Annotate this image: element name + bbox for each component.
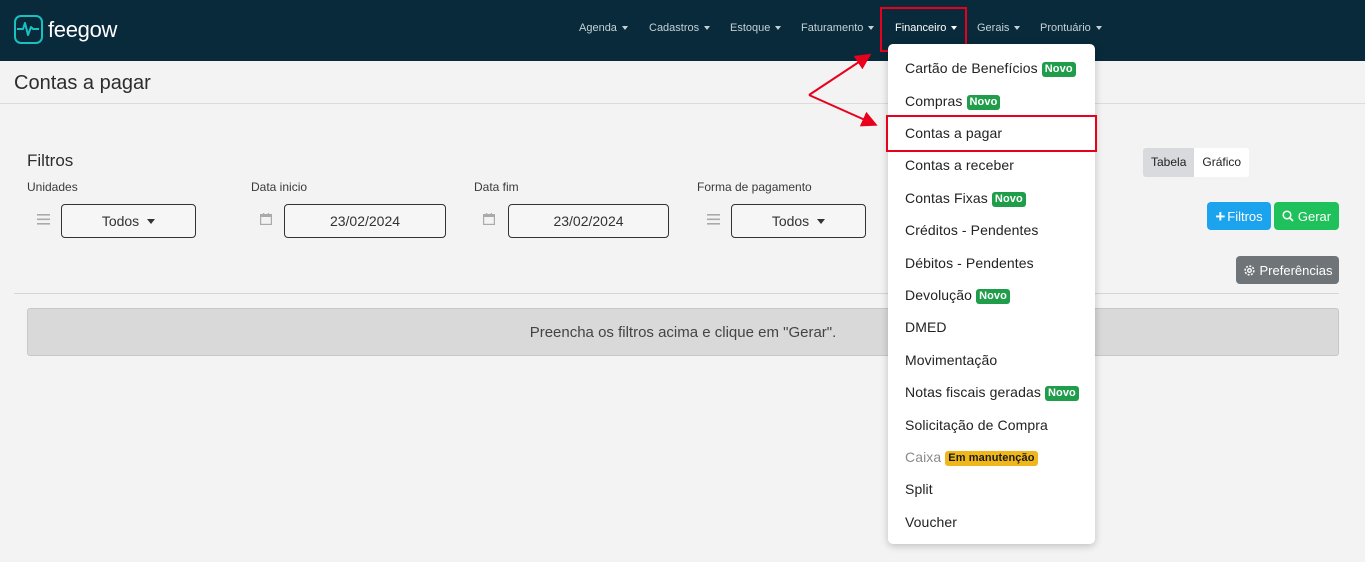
page-title: Contas a pagar [14, 72, 151, 94]
data-inicio-input[interactable]: 23/02/2024 [284, 204, 446, 238]
menu-item-label: Notas fiscais geradas [905, 384, 1041, 400]
annotation-arrows [808, 53, 878, 127]
menu-item-dmed[interactable]: DMED [905, 319, 947, 335]
menu-item-caixa[interactable]: Caixa Em manutenção [905, 449, 1038, 466]
nav-item-agenda[interactable]: Agenda [579, 22, 628, 34]
top-navbar: feegow Agenda Cadastros Estoque Faturame… [0, 0, 1365, 61]
menu-item-label: Débitos - Pendentes [905, 255, 1034, 271]
data-inicio-value: 23/02/2024 [329, 213, 401, 229]
nav-item-label: Faturamento [801, 22, 864, 34]
menu-item-cartao-beneficios[interactable]: Cartão de Benefícios Novo [905, 60, 1076, 77]
menu-item-label: Compras [905, 93, 963, 109]
preferencias-button[interactable]: Preferências [1236, 256, 1339, 284]
calendar-icon [483, 212, 496, 228]
new-badge: Novo [976, 289, 1010, 304]
caret-down-icon [147, 218, 156, 224]
menu-item-devolucao[interactable]: Devolução Novo [905, 287, 1010, 304]
caret-down-icon [1095, 26, 1102, 31]
tab-tabela[interactable]: Tabela [1143, 148, 1195, 177]
list-icon [37, 212, 50, 228]
unidades-value: Todos [101, 213, 140, 229]
nav-item-label: Agenda [579, 22, 617, 34]
nav-item-estoque[interactable]: Estoque [730, 22, 782, 34]
menu-item-label: Contas Fixas [905, 190, 988, 206]
gear-icon [1243, 264, 1256, 277]
view-toggle: Tabela Gráfico [1143, 148, 1250, 177]
forma-pagamento-value: Todos [771, 213, 810, 229]
new-badge: Novo [966, 95, 1001, 110]
menu-item-contas-fixas[interactable]: Contas Fixas Novo [905, 190, 1026, 207]
menu-item-label: Caixa [905, 449, 942, 465]
data-inicio-label: Data inicio [251, 180, 308, 194]
menu-item-label: Créditos - Pendentes [905, 222, 1039, 238]
pulse-logo-icon [14, 15, 43, 44]
gerar-button[interactable]: Gerar [1274, 202, 1339, 230]
menu-item-voucher[interactable]: Voucher [905, 514, 957, 530]
caret-down-icon [817, 218, 826, 224]
title-divider [0, 103, 1365, 104]
data-fim-value: 23/02/2024 [553, 213, 624, 229]
menu-item-label: Solicitação de Compra [905, 417, 1048, 433]
empty-state-notice: Preencha os filtros acima e clique em "G… [27, 308, 1339, 356]
caret-down-icon [775, 26, 782, 31]
menu-item-label: Movimentação [905, 352, 998, 368]
menu-item-contas-a-receber[interactable]: Contas a receber [905, 157, 1014, 173]
unidades-label: Unidades [27, 180, 78, 194]
forma-pagamento-label: Forma de pagamento [697, 180, 812, 194]
new-badge: Novo [991, 192, 1026, 207]
nav-item-label: Gerais [977, 22, 1010, 34]
filtros-button[interactable]: + Filtros [1207, 202, 1271, 230]
feegow-logo[interactable]: feegow [14, 15, 117, 44]
menu-item-label: Cartão de Benefícios [905, 60, 1038, 76]
caret-down-icon [868, 26, 875, 31]
menu-item-creditos-pendentes[interactable]: Créditos - Pendentes [905, 222, 1039, 238]
gerar-button-label: Gerar [1297, 208, 1332, 224]
tab-grafico[interactable]: Gráfico [1194, 148, 1250, 177]
calendar-icon [260, 212, 273, 228]
menu-item-split[interactable]: Split [905, 481, 933, 497]
preferencias-button-label: Preferências [1259, 262, 1333, 278]
filters-heading: Filtros [27, 151, 74, 170]
new-badge: Novo [1041, 62, 1076, 77]
menu-item-label: Voucher [905, 514, 958, 530]
menu-item-label: Split [905, 481, 933, 497]
forma-pagamento-select[interactable]: Todos [731, 204, 866, 238]
data-fim-label: Data fim [474, 180, 519, 194]
nav-item-gerais[interactable]: Gerais [977, 22, 1021, 34]
caret-down-icon [1014, 26, 1021, 31]
nav-item-prontuario[interactable]: Prontuário [1040, 22, 1102, 34]
section-divider [14, 293, 1339, 294]
new-badge: Novo [1044, 386, 1079, 401]
filtros-button-label: Filtros [1227, 208, 1263, 224]
nav-item-label: Estoque [730, 22, 771, 34]
menu-item-solicitacao-compra[interactable]: Solicitação de Compra [905, 417, 1048, 433]
menu-item-movimentacao[interactable]: Movimentação [905, 352, 997, 368]
menu-item-notas-fiscais[interactable]: Notas fiscais geradas Novo [905, 384, 1079, 401]
list-icon [707, 212, 720, 228]
nav-item-cadastros[interactable]: Cadastros [649, 22, 711, 34]
menu-item-label: DMED [905, 319, 947, 335]
nav-item-label: Prontuário [1040, 22, 1091, 34]
search-icon [1282, 210, 1294, 222]
nav-item-faturamento[interactable]: Faturamento [801, 22, 875, 34]
contas-a-pagar-highlight-box [886, 115, 1097, 152]
menu-item-debitos-pendentes[interactable]: Débitos - Pendentes [905, 255, 1034, 271]
caret-down-icon [704, 26, 711, 31]
app-name: feegow [48, 16, 118, 42]
data-fim-input[interactable]: 23/02/2024 [508, 204, 669, 238]
nav-item-label: Cadastros [649, 22, 700, 34]
menu-item-compras[interactable]: Compras Novo [905, 93, 1001, 110]
menu-item-label: Devolução [905, 287, 973, 303]
caret-down-icon [621, 26, 628, 31]
menu-item-label: Contas a receber [905, 157, 1014, 173]
unidades-select[interactable]: Todos [61, 204, 196, 238]
plus-icon: + [1215, 206, 1226, 226]
maintenance-badge: Em manutenção [945, 451, 1038, 466]
